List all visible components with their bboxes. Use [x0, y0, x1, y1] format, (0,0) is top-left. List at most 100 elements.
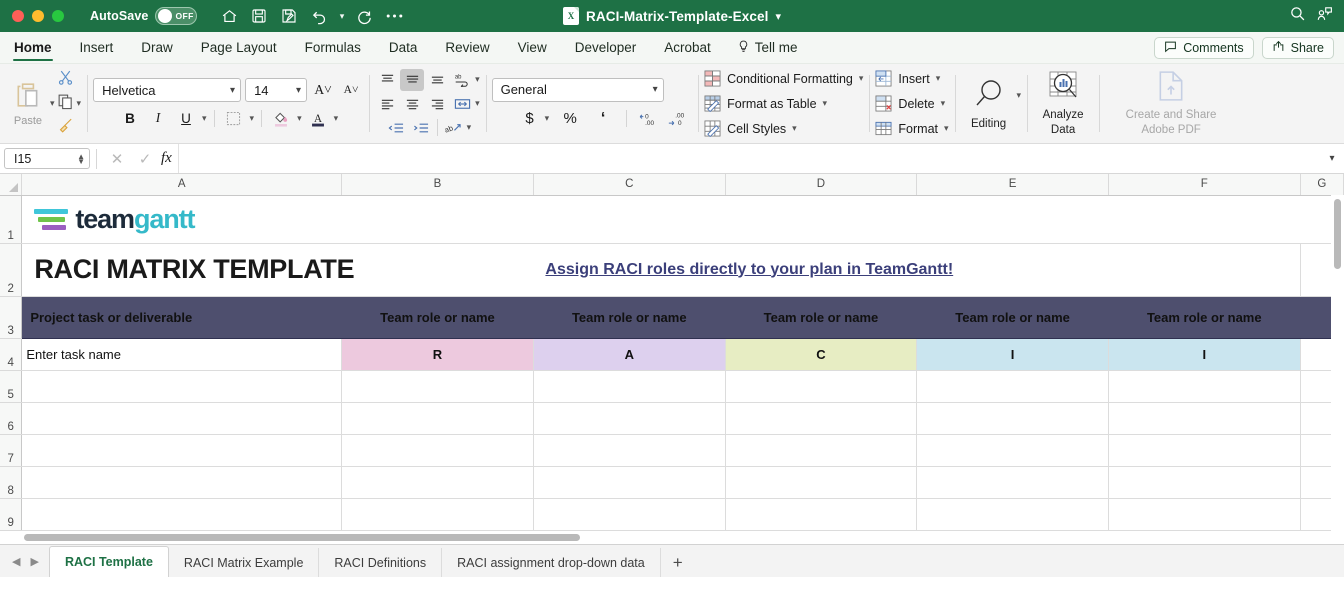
decrease-indent-button[interactable] [384, 117, 408, 139]
close-window-button[interactable] [12, 10, 24, 22]
name-box[interactable]: I15 ▲▼ [4, 148, 90, 169]
merge-cells-dropdown-caret-icon[interactable]: ▾ [475, 98, 480, 109]
merge-cells-button[interactable] [450, 93, 474, 115]
cell-a5[interactable] [22, 370, 342, 402]
cell-d9[interactable] [725, 498, 917, 530]
comma-format-button[interactable]: ʻ [591, 108, 615, 130]
chevron-down-icon[interactable]: ▾ [936, 73, 941, 84]
editing-dropdown-caret-icon[interactable]: ▾ [1017, 90, 1022, 101]
cell-a1-logo[interactable]: teamgantt [22, 195, 1300, 243]
cell-f6[interactable] [1108, 402, 1300, 434]
cell-a7[interactable] [22, 434, 342, 466]
column-header-b[interactable]: B [342, 174, 534, 195]
horizontal-scrollbar[interactable] [0, 531, 1344, 544]
cell-e7[interactable] [917, 434, 1109, 466]
teamgantt-link[interactable]: Assign RACI roles directly to your plan … [537, 261, 1295, 279]
comments-button[interactable]: Comments [1154, 37, 1253, 59]
column-header-f[interactable]: F [1108, 174, 1300, 195]
chevron-down-icon[interactable]: ▾ [859, 73, 864, 84]
format-painter-button[interactable] [57, 117, 82, 139]
maximize-window-button[interactable] [52, 10, 64, 22]
font-color-dropdown-caret-icon[interactable]: ▾ [334, 113, 339, 124]
vertical-scrollbar-thumb[interactable] [1334, 199, 1341, 269]
number-format-select[interactable]: General ▾ [492, 78, 664, 102]
cell-b7[interactable] [342, 434, 534, 466]
bold-button[interactable]: B [118, 107, 142, 129]
cell-a2-title[interactable]: RACI MATRIX TEMPLATE [22, 243, 534, 296]
cell-c4-assignment[interactable]: A [533, 338, 725, 370]
row-header-3[interactable]: 3 [0, 296, 22, 338]
cell-a8[interactable] [22, 466, 342, 498]
cell-f5[interactable] [1108, 370, 1300, 402]
tell-me-box[interactable]: Tell me [725, 32, 810, 63]
tab-developer[interactable]: Developer [561, 32, 651, 63]
cell-a6[interactable] [22, 402, 342, 434]
currency-format-button[interactable]: $ [518, 108, 542, 130]
decrease-font-size-button[interactable]: A˅ [339, 79, 363, 101]
cell-b9[interactable] [342, 498, 534, 530]
sheet-tab-raci-template[interactable]: RACI Template [49, 546, 169, 577]
orientation-button[interactable]: ab [442, 117, 466, 139]
cell-c7[interactable] [533, 434, 725, 466]
row-header-2[interactable]: 2 [0, 243, 22, 296]
borders-button[interactable] [222, 107, 246, 129]
column-header-d[interactable]: D [725, 174, 917, 195]
analyze-data-button[interactable]: Analyze Data [1033, 64, 1093, 143]
more-commands-icon[interactable] [380, 3, 408, 29]
cell-b8[interactable] [342, 466, 534, 498]
align-middle-button[interactable] [400, 69, 424, 91]
currency-dropdown-caret-icon[interactable]: ▾ [545, 113, 550, 124]
font-name-select[interactable]: Helvetica ▾ [93, 78, 241, 102]
create-and-share-adobe-pdf-button[interactable]: Create and Share Adobe PDF [1105, 64, 1237, 143]
next-sheet-icon[interactable]: ▶ [30, 555, 38, 568]
tab-page-layout[interactable]: Page Layout [187, 32, 291, 63]
save-as-icon[interactable] [275, 3, 303, 29]
cell-f3-header[interactable]: Team role or name [1108, 296, 1300, 338]
cell-c9[interactable] [533, 498, 725, 530]
search-icon[interactable] [1289, 5, 1306, 27]
increase-indent-button[interactable] [409, 117, 433, 139]
tab-home[interactable]: Home [0, 32, 66, 63]
cell-a4-task-name[interactable]: Enter task name [22, 338, 342, 370]
cell-f4-assignment[interactable]: I [1108, 338, 1300, 370]
cell-c6[interactable] [533, 402, 725, 434]
cell-b4-assignment[interactable]: R [342, 338, 534, 370]
tab-review[interactable]: Review [431, 32, 503, 63]
paste-button[interactable]: Paste [6, 81, 50, 127]
column-header-g[interactable]: G [1300, 174, 1343, 195]
quick-access-toolbar[interactable]: ▾ [215, 3, 408, 29]
row-header-6[interactable]: 6 [0, 402, 22, 434]
add-sheet-button[interactable]: + [661, 548, 695, 577]
autosave-toggle[interactable]: OFF [155, 7, 197, 25]
borders-dropdown-caret-icon[interactable]: ▾ [250, 113, 255, 124]
orientation-dropdown-caret-icon[interactable]: ▾ [467, 122, 472, 133]
cell-b3-header[interactable]: Team role or name [342, 296, 534, 338]
cell-c3-header[interactable]: Team role or name [533, 296, 725, 338]
row-header-8[interactable]: 8 [0, 466, 22, 498]
chevron-down-icon[interactable]: ▾ [941, 98, 946, 109]
conditional-formatting-button[interactable]: Conditional Formatting ▾ [704, 68, 863, 90]
sheet-tab-raci-definitions[interactable]: RACI Definitions [319, 548, 442, 577]
spreadsheet-grid[interactable]: A B C D E F G 1 teamgantt 2 RACI MATRIX … [0, 174, 1344, 531]
align-left-button[interactable] [375, 93, 399, 115]
column-header-a[interactable]: A [22, 174, 342, 195]
tab-formulas[interactable]: Formulas [291, 32, 375, 63]
window-controls[interactable] [0, 10, 64, 22]
cell-a3-header[interactable]: Project task or deliverable [22, 296, 342, 338]
undo-icon[interactable] [305, 3, 333, 29]
copy-button[interactable]: ▾ [57, 93, 82, 115]
collaborators-icon[interactable] [1316, 5, 1334, 27]
chevron-down-icon[interactable]: ▾ [823, 98, 828, 109]
row-header-9[interactable]: 9 [0, 498, 22, 530]
tab-acrobat[interactable]: Acrobat [650, 32, 725, 63]
align-center-button[interactable] [400, 93, 424, 115]
previous-sheet-icon[interactable]: ◀ [12, 555, 20, 568]
enter-icon[interactable]: ✓ [131, 150, 159, 168]
tab-data[interactable]: Data [375, 32, 432, 63]
vertical-scrollbar[interactable] [1331, 195, 1344, 531]
delete-cells-button[interactable]: Delete ▾ [875, 93, 945, 115]
tab-view[interactable]: View [504, 32, 561, 63]
copy-dropdown-caret-icon[interactable]: ▾ [77, 98, 82, 109]
home-icon[interactable] [215, 3, 243, 29]
cell-d7[interactable] [725, 434, 917, 466]
